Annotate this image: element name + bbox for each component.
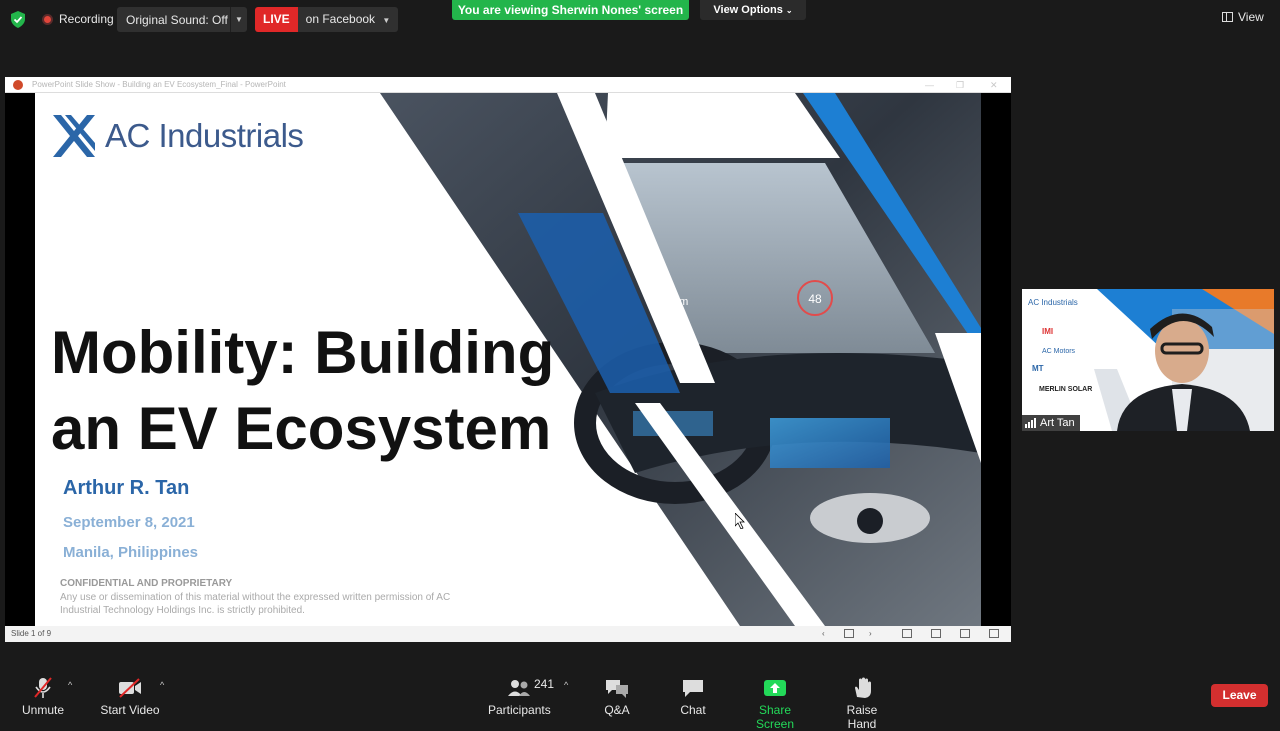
video-logo-ac-motors: AC Motors [1042, 348, 1076, 355]
video-logo-merlin-solar: MERLIN SOLAR [1039, 386, 1093, 393]
reading-view-icon[interactable] [960, 629, 970, 638]
video-logo-mt: MT [1032, 364, 1044, 373]
slide-show-area: 48 0m AC I [5, 93, 1011, 626]
video-logo-imi: IMI [1042, 327, 1054, 336]
slideshow-status-bar: Slide 1 of 9 ‹ › [5, 626, 1011, 642]
chat-icon [683, 680, 703, 697]
unmute-button[interactable]: Unmute [20, 677, 66, 717]
participant-name-tag: Art Tan [1022, 415, 1080, 431]
mouse-cursor-icon [735, 513, 745, 529]
audio-options-chevron-icon[interactable]: ^ [68, 680, 72, 690]
qa-icon [606, 680, 628, 698]
viewing-screen-banner: You are viewing Sherwin Nones' screen [452, 0, 689, 20]
participant-video-tile[interactable]: AC Industrials IMI AC Motors MT MERLIN S… [1022, 289, 1274, 431]
start-video-label: Start Video [100, 703, 160, 717]
slideshow-view-icon[interactable] [989, 629, 999, 638]
ac-logo-icon [53, 115, 95, 157]
raise-hand-button[interactable]: Raise Hand [833, 677, 891, 731]
slide-counter: Slide 1 of 9 [11, 629, 52, 638]
close-icon[interactable]: ✕ [990, 77, 998, 93]
logo-text: AC Industrials [105, 117, 304, 154]
participants-icon [508, 680, 530, 696]
slide-title: Mobility: Building an EV Ecosystem [51, 319, 555, 462]
raise-hand-icon [855, 677, 871, 698]
participants-label: Participants [488, 703, 551, 717]
mic-muted-icon [34, 677, 52, 698]
share-screen-icon [764, 680, 786, 696]
participants-options-chevron-icon[interactable]: ^ [564, 680, 568, 690]
recording-label: Recording [59, 12, 114, 26]
view-button[interactable]: View [1222, 10, 1264, 24]
slide-menu-icon[interactable] [844, 629, 854, 638]
shared-screen-window: PowerPoint Slide Show - Building an EV E… [5, 77, 1011, 642]
chat-label: Chat [680, 703, 706, 717]
share-screen-button[interactable]: Share Screen [741, 677, 809, 731]
video-options-chevron-icon[interactable]: ^ [160, 680, 164, 690]
qa-label: Q&A [604, 703, 630, 717]
slide-sorter-icon[interactable] [931, 629, 941, 638]
participant-count: 241 [534, 677, 555, 691]
unmute-label: Unmute [21, 703, 65, 717]
maximize-icon[interactable]: ❐ [956, 77, 964, 93]
signal-strength-icon [1025, 418, 1036, 428]
live-badge: LIVE [255, 7, 298, 32]
powerpoint-icon [13, 80, 23, 90]
start-video-button[interactable]: Start Video [100, 677, 160, 717]
qa-button[interactable]: Q&A [602, 677, 632, 717]
participant-name: Art Tan [1040, 417, 1075, 429]
view-options-button[interactable]: View Options ⌄ [700, 0, 806, 20]
meeting-controls-bar: Unmute ^ Start Video ^ Participants 241 … [0, 665, 1280, 731]
original-sound-toggle[interactable]: Original Sound: Off ▼ [117, 7, 247, 32]
grid-view-icon [1222, 12, 1233, 22]
chat-button[interactable]: Chat [678, 677, 708, 717]
minimize-icon[interactable]: — [925, 77, 934, 93]
record-icon [42, 13, 53, 25]
live-target-dropdown[interactable]: on Facebook ▼ [297, 7, 399, 32]
presentation-date: September 8, 2021 [63, 514, 195, 531]
confidential-heading: CONFIDENTIAL AND PROPRIETARY [60, 578, 233, 589]
view-label: View [1238, 10, 1264, 24]
original-sound-label: Original Sound: Off [126, 12, 228, 27]
recording-indicator[interactable]: Recording [42, 8, 114, 30]
live-stream-indicator[interactable]: LIVE on Facebook ▼ [255, 7, 399, 32]
meeting-top-bar: Recording Original Sound: Off ▼ LIVE on … [0, 0, 1280, 40]
presenter-name: Arthur R. Tan [63, 477, 190, 499]
raise-hand-label: Raise Hand [846, 703, 878, 731]
leave-button[interactable]: Leave [1211, 684, 1268, 707]
confidential-notice: Any use or dissemination of this materia… [60, 592, 451, 616]
slide: 48 0m AC I [35, 93, 981, 626]
window-title-bar: PowerPoint Slide Show - Building an EV E… [5, 77, 1011, 93]
video-off-icon [119, 678, 141, 698]
video-logo-ac-industrials: AC Industrials [1028, 298, 1078, 307]
presentation-location: Manila, Philippines [63, 544, 199, 561]
shield-icon[interactable] [10, 11, 26, 28]
share-screen-label: Share Screen [755, 703, 795, 731]
chevron-down-icon[interactable]: ▼ [235, 15, 243, 24]
participant-video-feed [1094, 289, 1274, 431]
hud-speed: 48 [808, 292, 822, 306]
window-title: PowerPoint Slide Show - Building an EV E… [32, 80, 286, 89]
next-slide-icon[interactable]: › [869, 626, 872, 642]
normal-view-icon[interactable] [902, 629, 912, 638]
previous-slide-icon[interactable]: ‹ [822, 626, 825, 642]
company-logo: AC Industrials [51, 113, 304, 159]
